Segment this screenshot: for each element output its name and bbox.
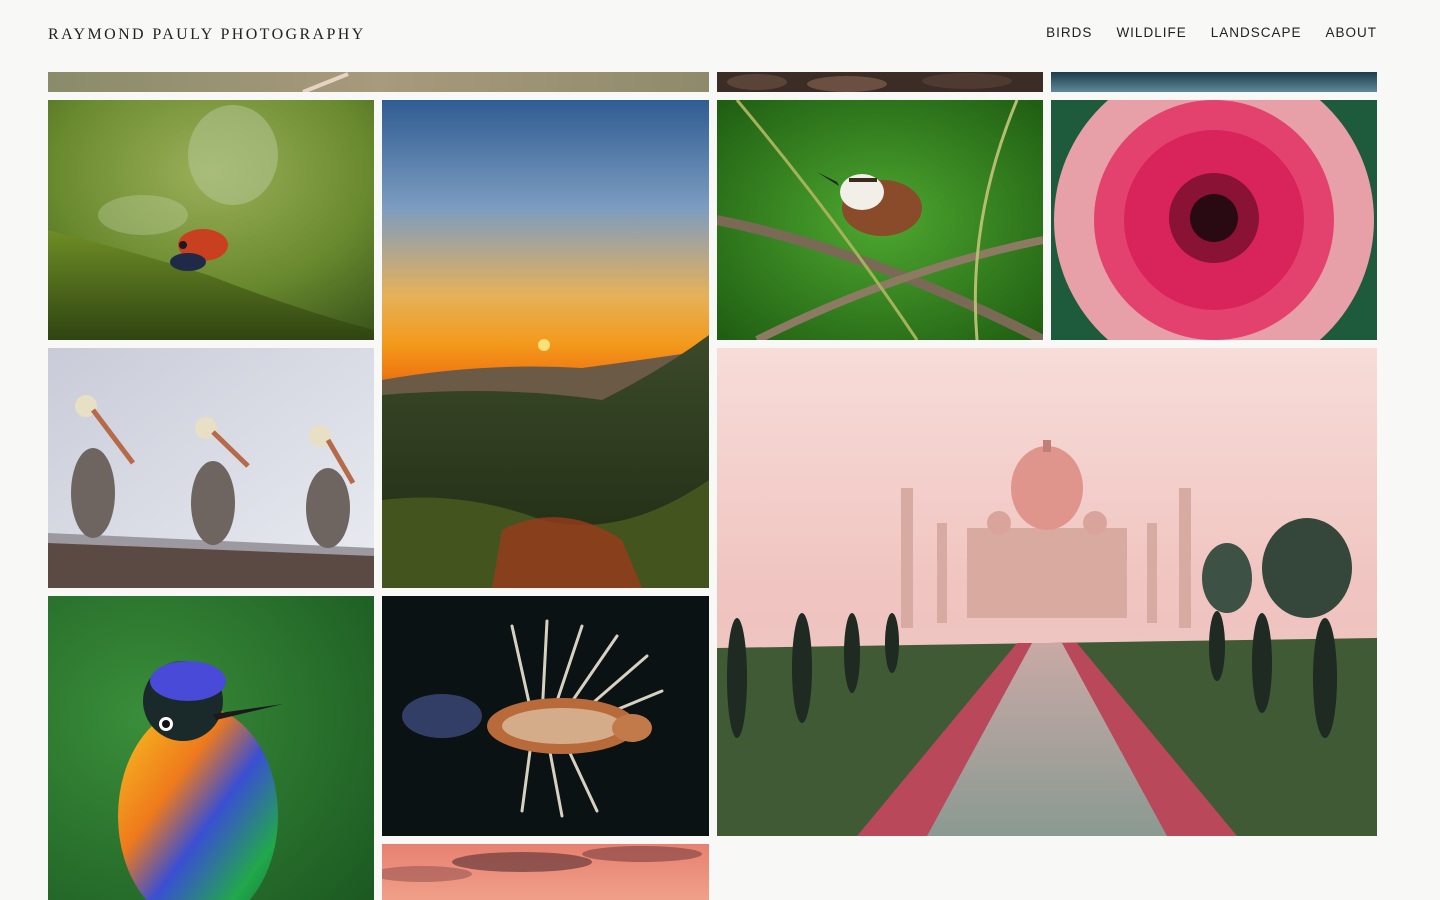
photo-sunset-partial[interactable]	[382, 844, 709, 900]
photo-lionfish-image	[382, 596, 709, 836]
photo-wren[interactable]	[717, 100, 1043, 340]
photo-rocks-partial[interactable]	[717, 72, 1043, 92]
photo-lionfish[interactable]	[382, 596, 709, 836]
photo-frog[interactable]	[48, 100, 374, 340]
photo-gerbera-image	[1051, 100, 1377, 340]
photo-hummingbird[interactable]	[48, 596, 374, 900]
photo-frog-image	[48, 100, 374, 340]
nav-about[interactable]: ABOUT	[1325, 25, 1377, 40]
main-nav: BIRDS WILDLIFE LANDSCAPE ABOUT	[1046, 25, 1377, 40]
photo-rocks-partial-image	[717, 72, 1043, 92]
nav-landscape[interactable]: LANDSCAPE	[1211, 25, 1302, 40]
photo-branch-partial[interactable]	[48, 72, 709, 92]
photo-hummingbird-image	[48, 596, 374, 900]
photo-taj-mahal[interactable]	[717, 348, 1377, 836]
photo-sunset-partial-image	[382, 844, 709, 900]
photo-pelicans-image	[48, 348, 374, 588]
nav-wildlife[interactable]: WILDLIFE	[1116, 25, 1186, 40]
photo-mountain-sunset[interactable]	[382, 100, 709, 588]
photo-water-partial-image	[1051, 72, 1377, 92]
photo-branch-partial-image	[48, 72, 709, 92]
photo-pelicans[interactable]	[48, 348, 374, 588]
photo-wren-image	[717, 100, 1043, 340]
photo-taj-mahal-image	[717, 348, 1377, 836]
nav-birds[interactable]: BIRDS	[1046, 25, 1092, 40]
photo-water-partial[interactable]	[1051, 72, 1377, 92]
photo-mountain-sunset-image	[382, 100, 709, 588]
site-title[interactable]: RAYMOND PAULY PHOTOGRAPHY	[48, 26, 366, 44]
photo-gerbera[interactable]	[1051, 100, 1377, 340]
